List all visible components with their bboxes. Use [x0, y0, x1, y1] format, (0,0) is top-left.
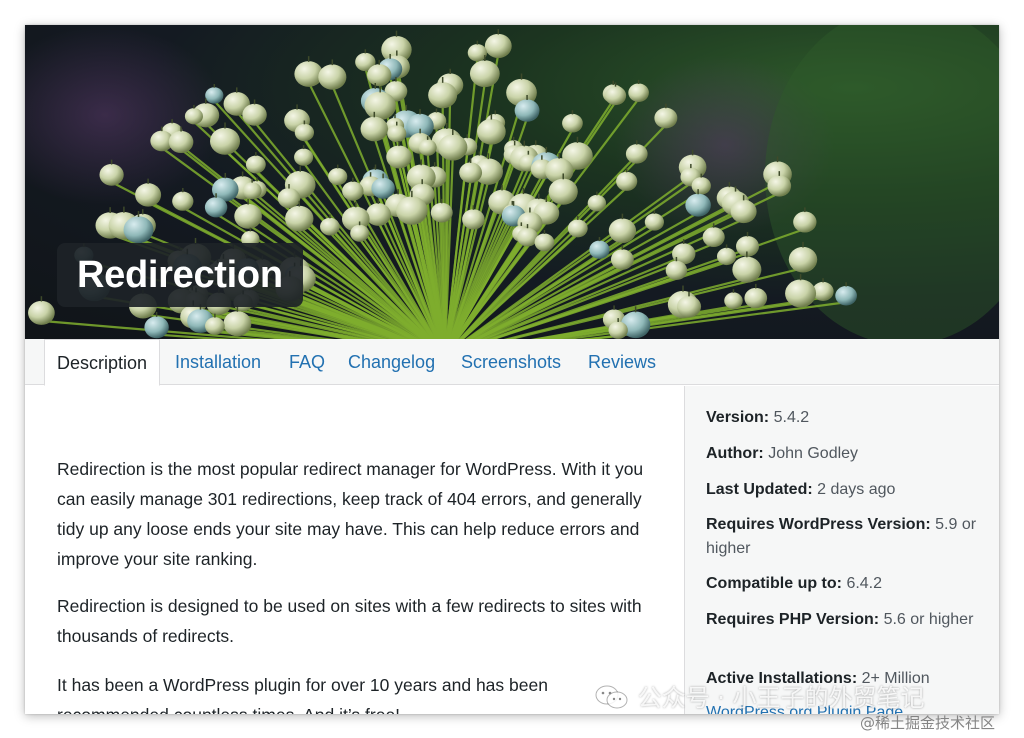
meta-author-label: Author: — [706, 445, 764, 462]
tab-screenshots[interactable]: Screenshots — [461, 339, 561, 385]
tab-changelog[interactable]: Changelog — [348, 339, 435, 385]
meta-requires-php: Requires PHP Version: 5.6 or higher — [706, 608, 986, 632]
watermark-secondary: @稀土掘金技术社区 — [860, 714, 996, 732]
tab-reviews[interactable]: Reviews — [588, 339, 656, 385]
meta-requires-wp-label: Requires WordPress Version: — [706, 516, 931, 533]
watermark-text: 公众号 · 小王子的外贸笔记 — [637, 684, 925, 712]
meta-version-label: Version: — [706, 409, 770, 426]
tab-installation[interactable]: Installation — [175, 339, 261, 385]
meta-last-updated-label: Last Updated: — [706, 481, 813, 498]
plugin-meta-sidebar: Version: 5.4.2 Author: John Godley Last … — [684, 386, 999, 714]
description-paragraph: Redirection is designed to be used on si… — [57, 596, 642, 646]
meta-version: Version: 5.4.2 — [706, 406, 986, 430]
watermark: 公众号 · 小王子的外贸笔记 — [594, 678, 925, 713]
meta-compatible-label: Compatible up to: — [706, 575, 842, 592]
tab-description[interactable]: Description — [44, 339, 161, 386]
tab-faq[interactable]: FAQ — [289, 339, 325, 385]
meta-requires-php-label: Requires PHP Version: — [706, 611, 880, 628]
meta-author-value: John Godley — [768, 445, 859, 462]
meta-requires-php-value: 5.6 or higher — [883, 611, 974, 628]
plugin-tabs: Description Installation FAQ Changelog S… — [25, 339, 999, 386]
plugin-title: Redirection — [57, 243, 303, 307]
meta-compatible-value: 6.4.2 — [846, 575, 883, 592]
meta-compatible: Compatible up to: 6.4.2 — [706, 572, 986, 596]
wechat-icon — [594, 684, 630, 710]
description-paragraph: Redirection is the most popular redirect… — [57, 459, 644, 569]
meta-requires-wp: Requires WordPress Version: 5.9 or highe… — [706, 513, 986, 561]
meta-version-value: 5.4.2 — [773, 409, 810, 426]
description-paragraph: It has been a WordPress plugin for over … — [57, 675, 548, 714]
description-content: Redirection is the most popular redirect… — [25, 386, 684, 714]
meta-last-updated: Last Updated: 2 days ago — [706, 478, 986, 502]
meta-last-updated-value: 2 days ago — [817, 481, 896, 498]
plugin-card: Redirection Description Installation FAQ… — [25, 25, 999, 714]
meta-author: Author: John Godley — [706, 442, 986, 466]
plugin-banner: Redirection — [25, 25, 999, 339]
